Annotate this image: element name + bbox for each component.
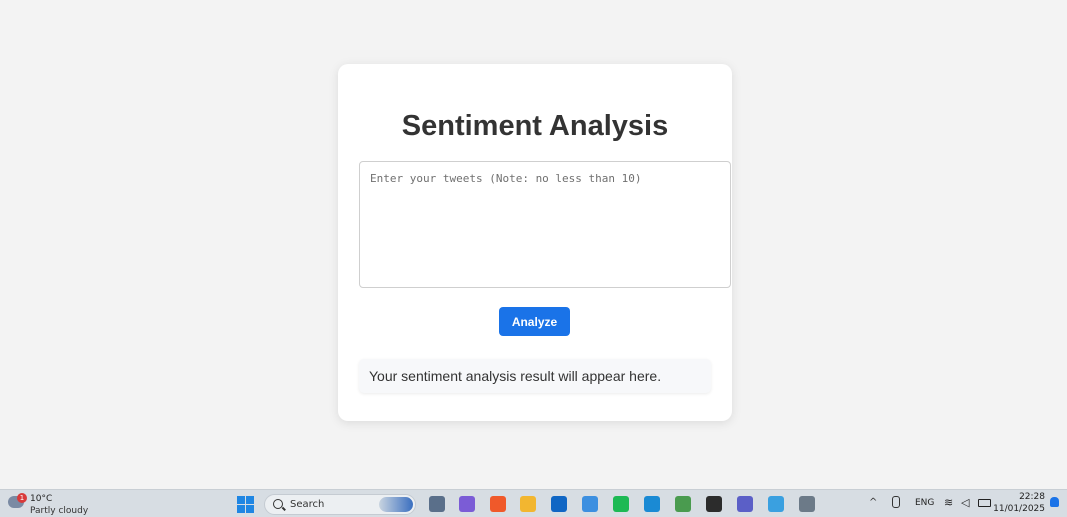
file-explorer-icon[interactable] <box>520 496 536 512</box>
clock-date[interactable]: 11/01/2025 <box>993 504 1045 514</box>
search-label: Search <box>290 499 325 510</box>
taskbar-search[interactable]: Search <box>264 494 416 515</box>
weather-description: Partly cloudy <box>30 506 89 516</box>
taskbar: 1 10°C Partly cloudy Search ^ ENG ≋ ◁ 22… <box>0 489 1067 517</box>
teams-icon[interactable] <box>737 496 753 512</box>
chrome-icon[interactable] <box>675 496 691 512</box>
wifi-icon[interactable]: ≋ <box>944 496 953 509</box>
notepad-icon[interactable] <box>768 496 784 512</box>
brave-icon[interactable] <box>490 496 506 512</box>
terminal-icon[interactable] <box>706 496 722 512</box>
spotify-icon[interactable] <box>613 496 629 512</box>
edge-icon[interactable] <box>644 496 660 512</box>
notification-badge: 1 <box>17 493 27 503</box>
result-box: Your sentiment analysis result will appe… <box>359 359 711 393</box>
search-highlight-icon <box>379 497 413 512</box>
sentiment-card: Sentiment Analysis Analyze Your sentimen… <box>338 64 732 421</box>
volume-icon[interactable]: ◁ <box>961 496 969 509</box>
file-viewer-icon[interactable] <box>429 496 445 512</box>
tweets-input[interactable] <box>359 161 731 288</box>
analyze-button[interactable]: Analyze <box>499 307 570 336</box>
battery-icon[interactable] <box>978 499 991 507</box>
page-title: Sentiment Analysis <box>401 110 669 142</box>
store-icon[interactable] <box>582 496 598 512</box>
snipping-tool-icon[interactable] <box>799 496 815 512</box>
notification-bell-icon[interactable] <box>1050 497 1059 507</box>
weather-temperature: 10°C <box>30 494 53 504</box>
chevron-up-icon[interactable]: ^ <box>869 497 877 508</box>
outlook-icon[interactable] <box>551 496 567 512</box>
search-icon <box>273 499 283 509</box>
clock-time[interactable]: 22:28 <box>1019 492 1045 502</box>
browser-viewport: Sentiment Analysis Analyze Your sentimen… <box>0 0 1067 489</box>
copilot-icon[interactable] <box>459 496 475 512</box>
microphone-icon[interactable] <box>892 496 900 508</box>
language-indicator[interactable]: ENG <box>915 498 934 508</box>
windows-start-icon[interactable] <box>237 496 254 513</box>
